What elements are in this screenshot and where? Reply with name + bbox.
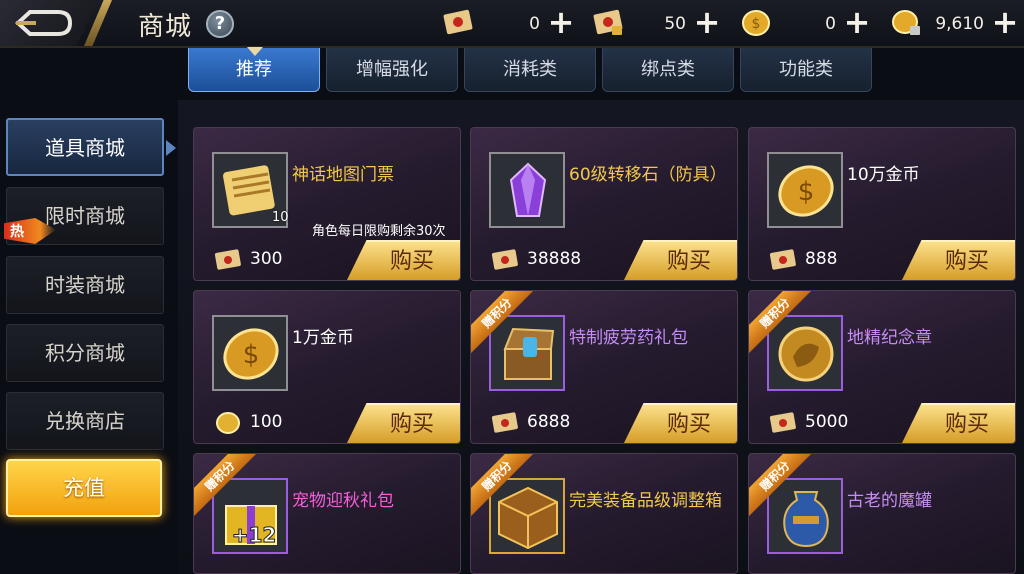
item-thumbnail [489, 152, 565, 228]
jar-icon [783, 491, 829, 548]
svg-text:$: $ [798, 177, 815, 207]
cube-icon [498, 486, 558, 550]
sidebar-item-points-shop[interactable]: 积分商城 [6, 324, 164, 382]
crystal-icon [509, 162, 547, 217]
gold-coin-icon: $ [778, 165, 834, 217]
item-card[interactable]: 赠积分 特制疲劳药礼包 6888 购买 [470, 290, 738, 444]
item-thumbnail [489, 478, 565, 554]
item-thumbnail [767, 478, 843, 554]
item-card[interactable]: 赠积分 古老的魔罐 [748, 453, 1016, 574]
buy-button[interactable]: 购买 [901, 240, 1015, 280]
sidebar-item-exchange-store[interactable]: 兑换商店 [6, 392, 164, 450]
buy-button[interactable]: 购买 [623, 240, 737, 280]
item-name: 神话地图门票 [292, 165, 394, 185]
add-currency-button[interactable]: + [546, 6, 576, 40]
item-name: 60级转移石（防具） [569, 165, 727, 185]
item-name: 宠物迎秋礼包 [292, 491, 394, 511]
item-thumbnail: $ [767, 152, 843, 228]
item-thumbnail: $ [212, 315, 288, 391]
item-thumbnail: +12 [212, 478, 288, 554]
item-name: 特制疲劳药礼包 [569, 328, 688, 348]
item-card[interactable]: 赠积分 地精纪念章 5000 购买 [748, 290, 1016, 444]
ticket-icon [491, 249, 518, 270]
tab-consumables[interactable]: 消耗类 [464, 48, 596, 92]
item-card[interactable]: 赠积分 完美装备品级调整箱 [470, 453, 738, 574]
svg-text:+12: +12 [232, 523, 277, 547]
top-bar: 商城 ? 0 + 50 + $ 0 + 9,610 + [0, 0, 1024, 48]
gift-box-icon: +12 [225, 505, 277, 548]
item-thumbnail [767, 315, 843, 391]
currency-value: 0 [529, 14, 540, 34]
tab-functional[interactable]: 功能类 [740, 48, 872, 92]
medal-icon [778, 326, 834, 382]
item-price: 888 [805, 249, 838, 269]
currency-red-ticket: 0 + [442, 6, 576, 40]
item-quantity: 10 [272, 210, 289, 225]
item-name: 古老的魔罐 [847, 491, 932, 511]
ticket-icon [214, 249, 241, 270]
back-button[interactable] [0, 0, 98, 46]
currency-value: 50 [664, 14, 686, 34]
hot-label: 热 [10, 224, 24, 240]
currency-gold-coin: $ 0 + [740, 6, 872, 40]
tab-bound[interactable]: 绑点类 [602, 48, 734, 92]
item-thumbnail [489, 315, 565, 391]
buy-button[interactable]: 购买 [346, 240, 460, 280]
currency-value: 9,610 [935, 14, 984, 34]
ticket-icon [769, 249, 796, 270]
item-price: 100 [250, 412, 283, 432]
item-price: 38888 [527, 249, 582, 269]
item-card[interactable]: 60级转移石（防具） 38888 购买 [470, 127, 738, 281]
help-icon[interactable]: ? [206, 10, 234, 38]
gold-coin-icon: $ [223, 328, 279, 380]
buy-button[interactable]: 购买 [346, 403, 460, 443]
add-currency-button[interactable]: + [692, 6, 722, 40]
currency-locked-coin: 9,610 + [890, 6, 1020, 40]
add-currency-button[interactable]: + [842, 6, 872, 40]
item-price: 300 [250, 249, 283, 269]
back-arrow-icon [15, 10, 73, 36]
page-title: 商城 [138, 12, 193, 42]
recharge-button[interactable]: 充值 [6, 459, 162, 517]
hot-badge: 热 [4, 218, 56, 244]
item-card[interactable]: +12 赠积分 宠物迎秋礼包 [193, 453, 461, 574]
item-price: 6888 [527, 412, 571, 432]
svg-text:$: $ [243, 340, 260, 370]
buy-button[interactable]: 购买 [623, 403, 737, 443]
item-name: 地精纪念章 [847, 328, 932, 348]
tab-recommended[interactable]: 推荐 [188, 48, 320, 92]
item-price: 5000 [805, 412, 849, 432]
item-card[interactable]: 10 神话地图门票 角色每日限购剩余30次 300 购买 [193, 127, 461, 281]
buy-button[interactable]: 购买 [901, 403, 1015, 443]
currency-locked-ticket: 50 + [592, 6, 722, 40]
item-name: 完美装备品级调整箱 [569, 491, 722, 511]
item-card[interactable]: $ 10万金币 888 购买 [748, 127, 1016, 281]
currency-value: 0 [825, 14, 836, 34]
sidebar-item-item-shop[interactable]: 道具商城 [6, 118, 176, 176]
add-currency-button[interactable]: + [990, 6, 1020, 40]
ticket-icon [769, 412, 796, 433]
sidebar-item-fashion-shop[interactable]: 时装商城 [6, 256, 164, 314]
item-name: 10万金币 [847, 165, 920, 185]
purchase-limit: 角色每日限购剩余30次 [312, 224, 446, 239]
tab-enhance[interactable]: 增幅强化 [326, 48, 458, 92]
item-card[interactable]: $ 1万金币 100 购买 [193, 290, 461, 444]
ticket-icon [491, 412, 518, 433]
item-name: 1万金币 [292, 328, 354, 348]
chest-icon [503, 327, 555, 380]
coin-icon [216, 412, 240, 434]
